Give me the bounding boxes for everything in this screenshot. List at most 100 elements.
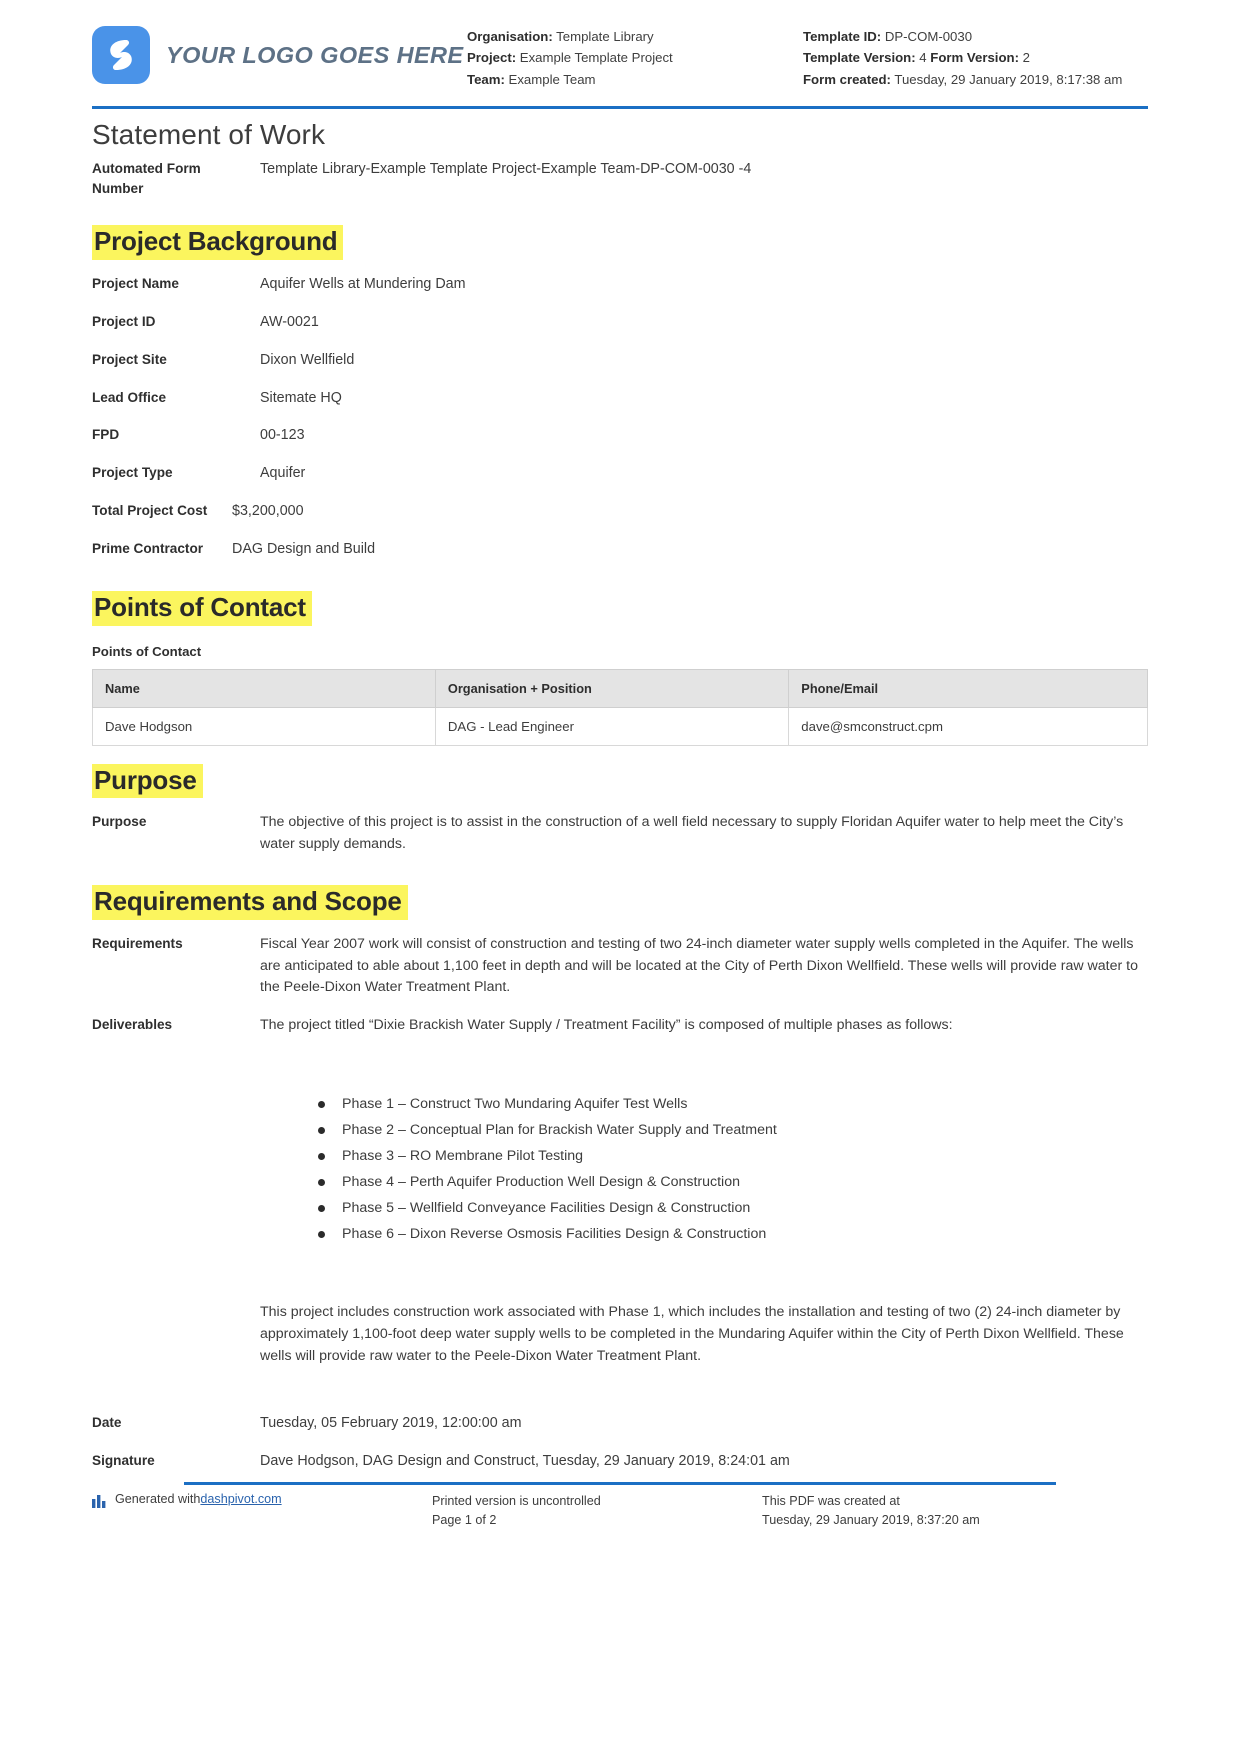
footer-divider <box>184 1482 1056 1485</box>
section-heading-points-of-contact: Points of Contact <box>92 590 312 626</box>
footer-uncontrolled-text: Printed version is uncontrolled <box>432 1494 601 1508</box>
field-project-type: Project Type Aquifer <box>92 463 1148 485</box>
list-item: Phase 4 – Perth Aquifer Production Well … <box>318 1172 1148 1193</box>
meta-project-label: Project: <box>467 50 517 66</box>
logo-block: YOUR LOGO GOES HERE <box>92 18 467 84</box>
field-label: FPD <box>92 427 120 443</box>
footer-print-info: Printed version is uncontrolled Page 1 o… <box>432 1492 762 1530</box>
table-header-row: Name Organisation + Position Phone/Email <box>92 668 1148 708</box>
header-meta-right: Template ID: DP-COM-0030 Template Versio… <box>803 18 1148 90</box>
cell-phone-email: dave@smconstruct.cpm <box>788 706 1148 746</box>
field-value: Dave Hodgson, DAG Design and Construct, … <box>260 1453 790 1470</box>
meta-form-created: Form created: Tuesday, 29 January 2019, … <box>803 69 1148 90</box>
meta-template-version-label: Template Version: <box>803 50 916 66</box>
field-label: Project Site <box>92 351 167 367</box>
field-label: Prime Contractor <box>92 541 204 557</box>
dashpivot-link[interactable]: dashpivot.com <box>200 1492 281 1506</box>
document-page: YOUR LOGO GOES HERE Organisation: Templa… <box>0 0 1240 1754</box>
column-header-name: Name <box>92 668 436 708</box>
field-label: Deliverables <box>92 1016 173 1032</box>
field-value: DAG Design and Build <box>232 541 376 558</box>
field-signature: Signature Dave Hodgson, DAG Design and C… <box>92 1451 1148 1473</box>
field-purpose: Purpose The objective of this project is… <box>92 812 1148 855</box>
field-project-id: Project ID AW-0021 <box>92 312 1148 334</box>
section-heading-requirements-and-scope: Requirements and Scope <box>92 885 408 921</box>
meta-project-value: Example Template Project <box>516 50 673 66</box>
section-heading-purpose: Purpose <box>92 763 203 799</box>
field-label: Project ID <box>92 313 156 329</box>
cell-organisation-position: DAG - Lead Engineer <box>434 706 790 746</box>
meta-versions: Template Version: 4 Form Version: 2 <box>803 47 1148 68</box>
footer-created-info: This PDF was created at Tuesday, 29 Janu… <box>762 1492 1148 1530</box>
meta-form-version-label: Form Version: <box>930 50 1019 66</box>
document-footer: Generated with dashpivot.com Printed ver… <box>92 1492 1148 1530</box>
field-project-name: Project Name Aquifer Wells at Mundering … <box>92 274 1148 296</box>
field-value: Aquifer <box>260 465 306 482</box>
header-divider <box>92 106 1148 110</box>
field-deliverables: Deliverables The project titled “Dixie B… <box>92 1015 1148 1367</box>
meta-project: Project: Example Template Project <box>467 47 803 68</box>
field-label: Date <box>92 1415 122 1431</box>
footer-created-timestamp: Tuesday, 29 January 2019, 8:37:20 am <box>762 1512 980 1527</box>
field-label: Total Project Cost <box>92 503 208 519</box>
meta-organisation-value: Template Library <box>552 29 654 44</box>
logo-text: YOUR LOGO GOES HERE <box>166 41 464 68</box>
list-item: Phase 1 – Construct Two Mundaring Aquife… <box>318 1094 1148 1115</box>
meta-template-version-value: 4 <box>915 50 931 66</box>
footer-generated-with: Generated with dashpivot.com <box>92 1492 432 1511</box>
document-body: Statement of Work Automated Form Number … <box>0 119 1240 1473</box>
field-requirements: Requirements Fiscal Year 2007 work will … <box>92 934 1148 999</box>
field-label: Purpose <box>92 814 147 830</box>
header-meta-left: Organisation: Template Library Project: … <box>467 18 803 90</box>
field-value: 00-123 <box>260 427 305 444</box>
document-header: YOUR LOGO GOES HERE Organisation: Templa… <box>0 0 1240 100</box>
automated-form-number-row: Automated Form Number Template Library-E… <box>92 159 1148 199</box>
field-value: Aquifer Wells at Mundering Dam <box>260 276 466 293</box>
company-logo-icon <box>92 26 150 84</box>
automated-form-number-label: Automated Form Number <box>92 161 201 197</box>
field-value: Tuesday, 05 February 2019, 12:00:00 am <box>260 1415 522 1432</box>
list-item: Phase 3 – RO Membrane Pilot Testing <box>318 1146 1148 1167</box>
table-row: Dave Hodgson DAG - Lead Engineer dave@sm… <box>92 706 1148 746</box>
deliverables-outro: This project includes construction work … <box>260 1304 1124 1364</box>
field-value: The project titled “Dixie Brackish Water… <box>260 1015 1148 1367</box>
field-date: Date Tuesday, 05 February 2019, 12:00:00… <box>92 1413 1148 1435</box>
meta-team-label: Team: <box>467 71 505 87</box>
list-item: Phase 2 – Conceptual Plan for Brackish W… <box>318 1120 1148 1141</box>
field-value: Sitemate HQ <box>260 389 342 406</box>
deliverables-intro: The project titled “Dixie Brackish Water… <box>260 1016 953 1033</box>
list-item: Phase 5 – Wellfield Conveyance Facilitie… <box>318 1198 1148 1219</box>
field-label: Signature <box>92 1453 155 1469</box>
project-background-heading-wrap: Project Background <box>92 211 1148 274</box>
cell-name: Dave Hodgson <box>92 706 436 746</box>
meta-template-id-label: Template ID: <box>803 29 882 44</box>
phases-list: Phase 1 – Construct Two Mundaring Aquife… <box>260 1094 1148 1245</box>
bar-chart-icon <box>92 1494 108 1511</box>
field-value: Dixon Wellfield <box>260 351 355 368</box>
field-project-site: Project Site Dixon Wellfield <box>92 350 1148 372</box>
automated-form-number-value: Template Library-Example Template Projec… <box>260 161 752 178</box>
field-value: Fiscal Year 2007 work will consist of co… <box>260 936 1139 996</box>
field-label: Project Type <box>92 465 173 481</box>
footer-page-number: Page 1 of 2 <box>432 1512 497 1527</box>
field-lead-office: Lead Office Sitemate HQ <box>92 388 1148 410</box>
footer-generated-text: Generated with <box>115 1492 201 1506</box>
list-item: Phase 6 – Dixon Reverse Osmosis Faciliti… <box>318 1224 1148 1245</box>
footer-created-label: This PDF was created at <box>762 1494 900 1508</box>
points-of-contact-heading-wrap: Points of Contact <box>92 577 1148 640</box>
purpose-heading-wrap: Purpose <box>92 750 1148 813</box>
field-label: Requirements <box>92 936 183 952</box>
column-header-organisation-position: Organisation + Position <box>434 668 790 708</box>
meta-team: Team: Example Team <box>467 69 803 90</box>
points-of-contact-sub-label: Points of Contact <box>92 643 202 659</box>
field-label: Project Name <box>92 276 179 292</box>
field-label: Lead Office <box>92 389 167 405</box>
field-fpd: FPD 00-123 <box>92 425 1148 447</box>
page-title: Statement of Work <box>92 119 326 151</box>
meta-form-version-value: 2 <box>1018 50 1030 66</box>
field-value: The objective of this project is to assi… <box>260 814 1124 852</box>
column-header-phone-email: Phone/Email <box>788 668 1148 708</box>
section-heading-project-background: Project Background <box>92 225 344 261</box>
meta-team-value: Example Team <box>504 71 596 87</box>
